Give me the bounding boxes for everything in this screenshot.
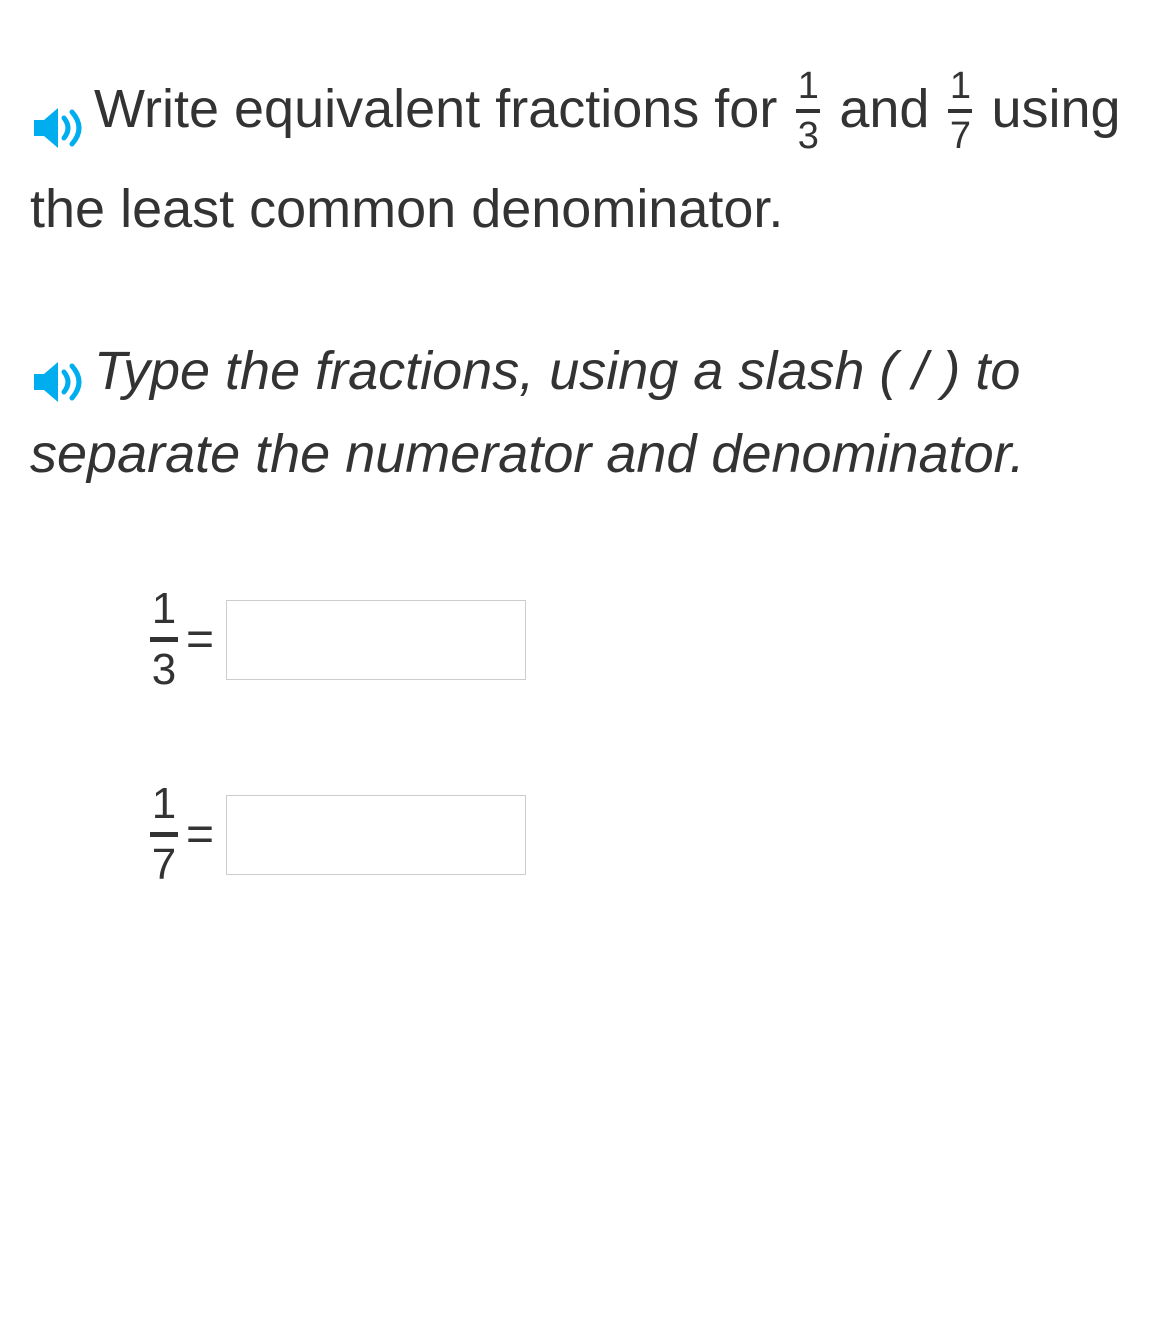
audio-icon[interactable]: [30, 85, 86, 133]
answer-row-1: 1 3 =: [150, 587, 1140, 692]
question-text: Write equivalent fractions for 1 3 and 1…: [30, 60, 1140, 260]
question-and: and: [824, 79, 944, 139]
fraction-denominator: 3: [798, 113, 819, 155]
audio-icon[interactable]: [30, 347, 86, 395]
question-part1: equivalent fractions for: [219, 79, 792, 139]
fraction-numerator: 1: [152, 782, 176, 832]
fraction-numerator: 1: [950, 67, 971, 109]
question-fraction-2: 1 7: [948, 67, 972, 155]
fraction-denominator: 7: [152, 837, 176, 887]
question-fraction-1: 1 3: [796, 67, 820, 155]
answer-fraction-1: 1 3: [150, 587, 178, 692]
fraction-numerator: 1: [152, 587, 176, 637]
answer-input-1[interactable]: [226, 600, 526, 680]
instruction-text: Type the fractions, using a slash ( / ) …: [30, 330, 1140, 497]
equals-sign: =: [186, 612, 214, 667]
instruction-content: Type the fractions, using a slash ( / ) …: [30, 341, 1025, 485]
question-write: Write: [94, 79, 219, 139]
fraction-denominator: 7: [950, 113, 971, 155]
answer-section: 1 3 = 1 7 =: [30, 587, 1140, 887]
answer-row-2: 1 7 =: [150, 782, 1140, 887]
answer-fraction-2: 1 7: [150, 782, 178, 887]
answer-input-2[interactable]: [226, 795, 526, 875]
fraction-denominator: 3: [152, 642, 176, 692]
fraction-numerator: 1: [798, 67, 819, 109]
equals-sign: =: [186, 807, 214, 862]
